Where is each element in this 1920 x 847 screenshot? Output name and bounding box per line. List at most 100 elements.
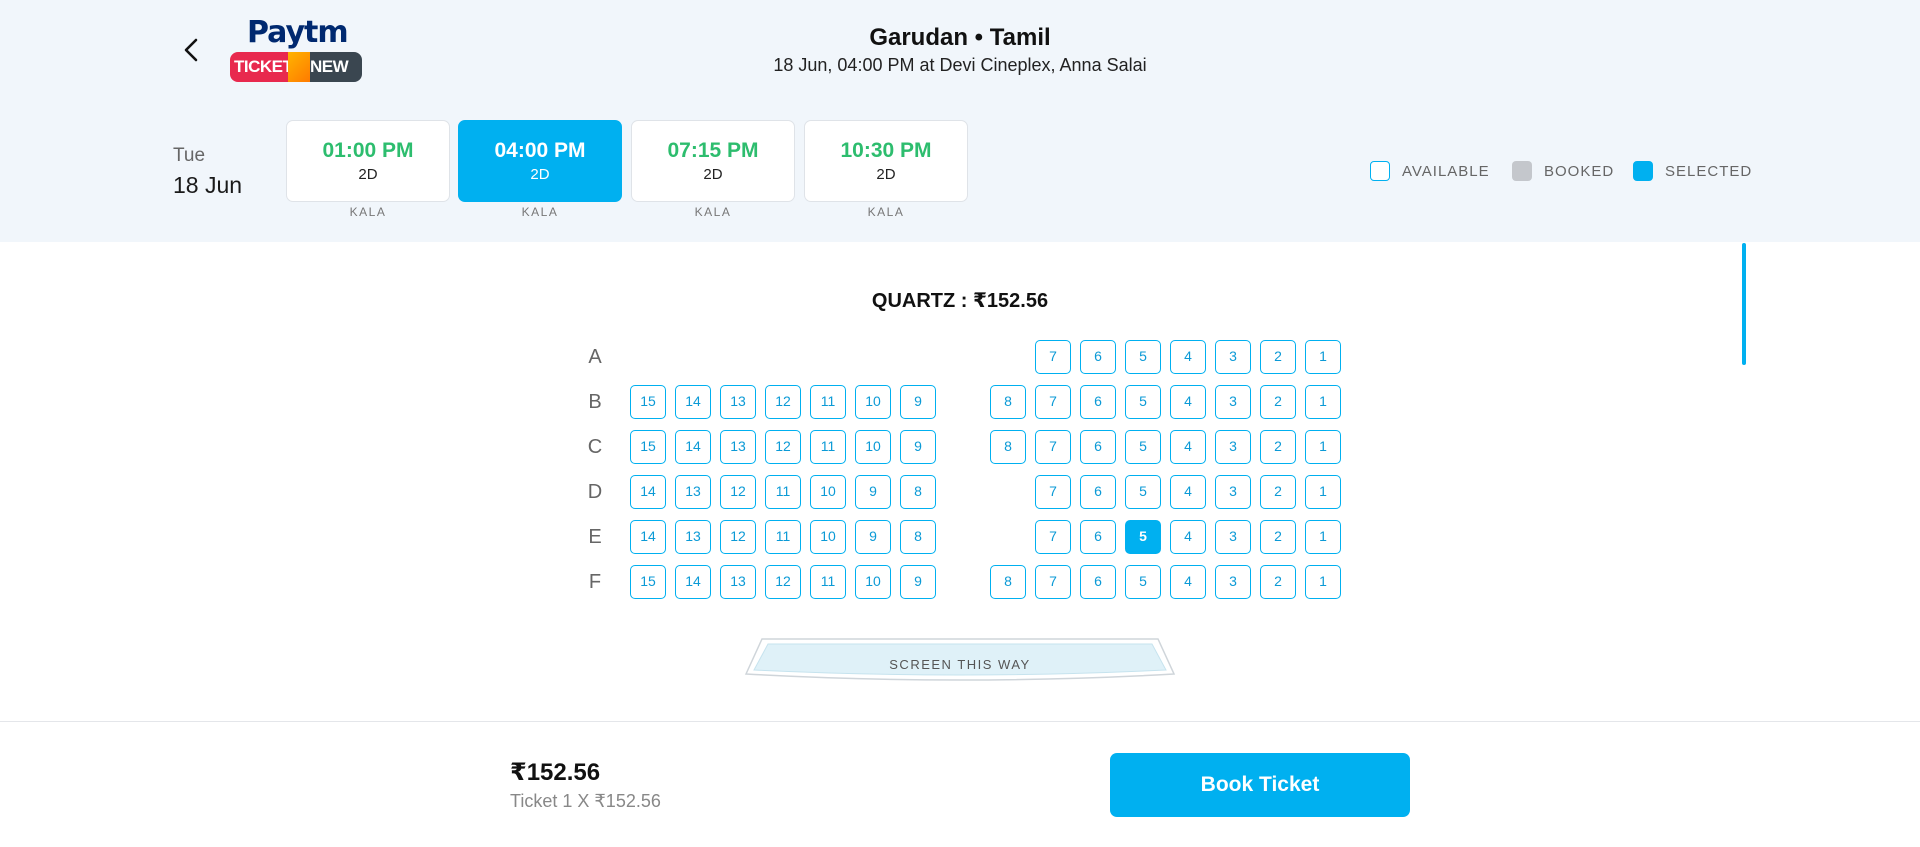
seat-b4[interactable]: 4 xyxy=(1170,385,1206,419)
showtime-format: 2D xyxy=(703,166,723,183)
seat-e2[interactable]: 2 xyxy=(1260,520,1296,554)
seat-b8[interactable]: 8 xyxy=(990,385,1026,419)
seat-e7[interactable]: 7 xyxy=(1035,520,1071,554)
seat-b3[interactable]: 3 xyxy=(1215,385,1251,419)
seat-c14[interactable]: 14 xyxy=(675,430,711,464)
seat-e11[interactable]: 11 xyxy=(765,520,801,554)
seat-c7[interactable]: 7 xyxy=(1035,430,1071,464)
date-date: 18 Jun xyxy=(173,172,243,198)
row-label-e: E xyxy=(588,526,602,548)
seat-f6[interactable]: 6 xyxy=(1080,565,1116,599)
seat-b11[interactable]: 11 xyxy=(810,385,846,419)
seat-f7[interactable]: 7 xyxy=(1035,565,1071,599)
seat-c9[interactable]: 9 xyxy=(900,430,936,464)
seat-d1[interactable]: 1 xyxy=(1305,475,1341,509)
seat-f15[interactable]: 15 xyxy=(630,565,666,599)
seat-c2[interactable]: 2 xyxy=(1260,430,1296,464)
seat-b13[interactable]: 13 xyxy=(720,385,756,419)
seat-b5[interactable]: 5 xyxy=(1125,385,1161,419)
seat-a3[interactable]: 3 xyxy=(1215,340,1251,374)
seat-b2[interactable]: 2 xyxy=(1260,385,1296,419)
seat-e12[interactable]: 12 xyxy=(720,520,756,554)
seat-e1[interactable]: 1 xyxy=(1305,520,1341,554)
seat-a1[interactable]: 1 xyxy=(1305,340,1341,374)
seat-e8[interactable]: 8 xyxy=(900,520,936,554)
seat-a2[interactable]: 2 xyxy=(1260,340,1296,374)
seat-e13[interactable]: 13 xyxy=(675,520,711,554)
showtime-time: 07:15 PM xyxy=(667,139,759,162)
seat-b6[interactable]: 6 xyxy=(1080,385,1116,419)
seat-e5[interactable]: 5 xyxy=(1125,520,1161,554)
seat-c6[interactable]: 6 xyxy=(1080,430,1116,464)
seat-f5[interactable]: 5 xyxy=(1125,565,1161,599)
seat-d12[interactable]: 12 xyxy=(720,475,756,509)
seat-d5[interactable]: 5 xyxy=(1125,475,1161,509)
booked-swatch-icon xyxy=(1512,161,1532,181)
seat-c3[interactable]: 3 xyxy=(1215,430,1251,464)
seat-f4[interactable]: 4 xyxy=(1170,565,1206,599)
seat-a7[interactable]: 7 xyxy=(1035,340,1071,374)
seat-f9[interactable]: 9 xyxy=(900,565,936,599)
showtime-venue: KALA xyxy=(867,205,905,219)
showtime-0715pm[interactable]: 07:15 PM 2D xyxy=(631,120,795,202)
seat-b7[interactable]: 7 xyxy=(1035,385,1071,419)
seat-c10[interactable]: 10 xyxy=(855,430,891,464)
seat-d4[interactable]: 4 xyxy=(1170,475,1206,509)
seat-e10[interactable]: 10 xyxy=(810,520,846,554)
seat-f8[interactable]: 8 xyxy=(990,565,1026,599)
seat-d9[interactable]: 9 xyxy=(855,475,891,509)
seat-b14[interactable]: 14 xyxy=(675,385,711,419)
seat-c13[interactable]: 13 xyxy=(720,430,756,464)
seat-e14[interactable]: 14 xyxy=(630,520,666,554)
seat-e3[interactable]: 3 xyxy=(1215,520,1251,554)
seat-b9[interactable]: 9 xyxy=(900,385,936,419)
seat-c15[interactable]: 15 xyxy=(630,430,666,464)
seat-a6[interactable]: 6 xyxy=(1080,340,1116,374)
seat-c11[interactable]: 11 xyxy=(810,430,846,464)
seat-d10[interactable]: 10 xyxy=(810,475,846,509)
seat-d3[interactable]: 3 xyxy=(1215,475,1251,509)
seat-b15[interactable]: 15 xyxy=(630,385,666,419)
seat-f13[interactable]: 13 xyxy=(720,565,756,599)
seat-e4[interactable]: 4 xyxy=(1170,520,1206,554)
seat-c1[interactable]: 1 xyxy=(1305,430,1341,464)
seat-f2[interactable]: 2 xyxy=(1260,565,1296,599)
seat-f1[interactable]: 1 xyxy=(1305,565,1341,599)
showtime-venue: KALA xyxy=(521,205,559,219)
seat-f11[interactable]: 11 xyxy=(810,565,846,599)
row-label-f: F xyxy=(588,571,602,593)
seat-c12[interactable]: 12 xyxy=(765,430,801,464)
seat-c4[interactable]: 4 xyxy=(1170,430,1206,464)
total-price: ₹152.56 xyxy=(510,759,601,786)
seat-c8[interactable]: 8 xyxy=(990,430,1026,464)
seat-d6[interactable]: 6 xyxy=(1080,475,1116,509)
row-label-a: A xyxy=(588,346,602,368)
seat-d13[interactable]: 13 xyxy=(675,475,711,509)
book-ticket-button[interactable]: Book Ticket xyxy=(1110,753,1410,817)
seat-d7[interactable]: 7 xyxy=(1035,475,1071,509)
seat-e9[interactable]: 9 xyxy=(855,520,891,554)
seat-f14[interactable]: 14 xyxy=(675,565,711,599)
seat-d2[interactable]: 2 xyxy=(1260,475,1296,509)
seat-d8[interactable]: 8 xyxy=(900,475,936,509)
row-label-c: C xyxy=(587,436,603,458)
showtime-format: 2D xyxy=(876,166,896,183)
showtime-1030pm[interactable]: 10:30 PM 2D xyxy=(804,120,968,202)
seat-b10[interactable]: 10 xyxy=(855,385,891,419)
seat-d14[interactable]: 14 xyxy=(630,475,666,509)
seat-f10[interactable]: 10 xyxy=(855,565,891,599)
showtime-0400pm[interactable]: 04:00 PM 2D xyxy=(458,120,622,202)
footer-divider xyxy=(0,721,1920,722)
legend-label: BOOKED xyxy=(1544,162,1615,180)
seat-f12[interactable]: 12 xyxy=(765,565,801,599)
seat-f3[interactable]: 3 xyxy=(1215,565,1251,599)
seat-d11[interactable]: 11 xyxy=(765,475,801,509)
seat-a4[interactable]: 4 xyxy=(1170,340,1206,374)
showtime-0100pm[interactable]: 01:00 PM 2D xyxy=(286,120,450,202)
price-breakdown: Ticket 1 X ₹152.56 xyxy=(510,791,661,811)
seat-e6[interactable]: 6 xyxy=(1080,520,1116,554)
seat-b1[interactable]: 1 xyxy=(1305,385,1341,419)
seat-b12[interactable]: 12 xyxy=(765,385,801,419)
seat-c5[interactable]: 5 xyxy=(1125,430,1161,464)
seat-a5[interactable]: 5 xyxy=(1125,340,1161,374)
